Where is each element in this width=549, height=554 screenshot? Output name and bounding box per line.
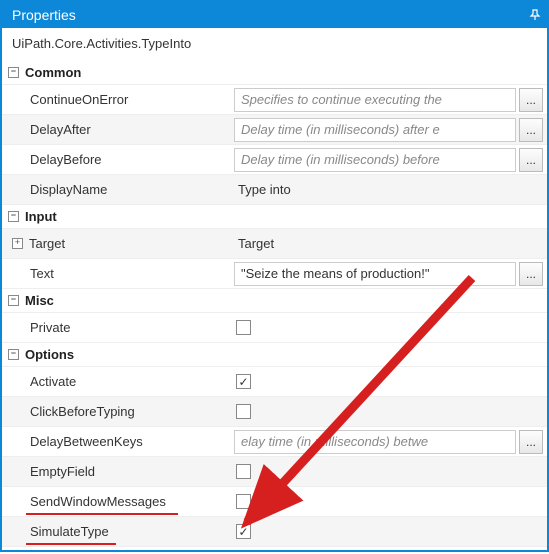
section-options-label: Options [25,347,74,362]
minus-icon[interactable]: − [8,67,19,78]
prop-simulate-type-checkbox[interactable] [236,524,251,539]
minus-icon[interactable]: − [8,211,19,222]
section-input-header[interactable]: − Input [2,205,547,229]
prop-delay-after-label: DelayAfter [2,115,232,144]
section-misc-header[interactable]: − Misc [2,289,547,313]
prop-display-name-value[interactable]: Type into [234,182,291,197]
minus-icon[interactable]: − [8,349,19,360]
prop-text-label: Text [2,259,232,288]
prop-simulate-type-label: SimulateType [2,517,232,546]
prop-delay-before-input[interactable] [234,148,516,172]
prop-display-name-label: DisplayName [2,175,232,204]
section-options-header[interactable]: − Options [2,343,547,367]
activity-fullname: UiPath.Core.Activities.TypeInto [2,28,547,61]
prop-click-before-typing-label: ClickBeforeTyping [2,397,232,426]
panel-title: Properties [12,7,76,23]
ellipsis-button[interactable]: ... [519,430,543,454]
annotation-underline [26,513,178,516]
prop-delay-between-keys-input[interactable] [234,430,516,454]
property-grid: − Common ContinueOnError ... DelayAfter … [2,61,547,547]
section-input-label: Input [25,209,57,224]
prop-click-before-typing-checkbox[interactable] [236,404,251,419]
plus-icon[interactable]: + [12,238,23,249]
ellipsis-button[interactable]: ... [519,118,543,142]
prop-send-window-messages-label: SendWindowMessages [2,487,232,516]
ellipsis-button[interactable]: ... [519,148,543,172]
prop-send-window-messages-checkbox[interactable] [236,494,251,509]
prop-continue-on-error-input[interactable] [234,88,516,112]
annotation-underline [26,543,116,546]
prop-continue-on-error-label: ContinueOnError [2,85,232,114]
section-common-header[interactable]: − Common [2,61,547,85]
section-common-label: Common [25,65,81,80]
ellipsis-button[interactable]: ... [519,262,543,286]
prop-private-label: Private [2,313,232,342]
prop-private-checkbox[interactable] [236,320,251,335]
prop-empty-field-label: EmptyField [2,457,232,486]
prop-target-label[interactable]: + Target [2,229,232,258]
section-misc-label: Misc [25,293,54,308]
prop-target-value[interactable]: Target [234,236,274,251]
ellipsis-button[interactable]: ... [519,88,543,112]
prop-activate-checkbox[interactable] [236,374,251,389]
prop-delay-after-input[interactable] [234,118,516,142]
prop-empty-field-checkbox[interactable] [236,464,251,479]
prop-activate-label: Activate [2,367,232,396]
pin-icon[interactable] [529,9,541,21]
prop-delay-before-label: DelayBefore [2,145,232,174]
prop-text-input[interactable] [234,262,516,286]
titlebar: Properties [2,2,547,28]
minus-icon[interactable]: − [8,295,19,306]
prop-delay-between-keys-label: DelayBetweenKeys [2,427,232,456]
